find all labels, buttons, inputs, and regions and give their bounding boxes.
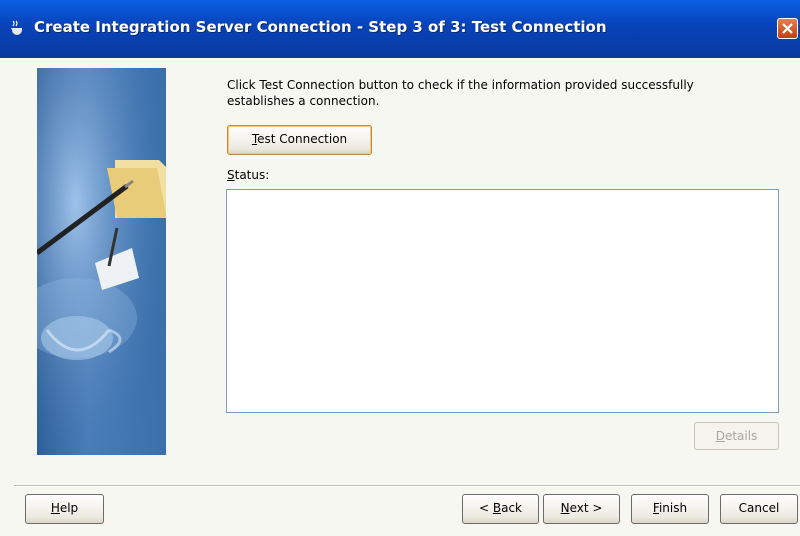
instruction-text: Click Test Connection button to check if…: [227, 78, 694, 108]
wizard-illustration: [37, 68, 166, 455]
back-prefix: <: [478, 501, 493, 515]
window-title: Create Integration Server Connection - S…: [34, 18, 607, 36]
help-mnemonic: H: [50, 501, 60, 515]
details-mnemonic: D: [715, 429, 725, 443]
cancel-button[interactable]: Cancel: [720, 494, 798, 524]
cancel-label: Cancel: [738, 501, 780, 515]
finish-label: inish: [658, 501, 688, 515]
close-button[interactable]: [777, 18, 798, 39]
details-button[interactable]: Details: [694, 422, 779, 450]
status-textarea[interactable]: [226, 189, 779, 413]
next-button[interactable]: Next >: [543, 494, 620, 524]
details-label: etails: [724, 429, 758, 443]
finish-button[interactable]: Finish: [631, 494, 709, 524]
title-bar[interactable]: Create Integration Server Connection - S…: [0, 0, 800, 58]
back-label: ack: [501, 501, 522, 515]
test-connection-button[interactable]: Test Connection: [227, 125, 372, 155]
app-cup-icon: [11, 20, 22, 35]
close-icon: [782, 23, 793, 34]
next-label: ext >: [569, 501, 603, 515]
back-button[interactable]: < Back: [462, 494, 539, 524]
next-mnemonic: N: [560, 501, 570, 515]
status-label-mnemonic: S: [227, 168, 235, 182]
test-connection-label: est Connection: [257, 132, 348, 146]
help-button[interactable]: Help: [25, 494, 104, 524]
wizard-illustration-art: [37, 68, 166, 455]
back-mnemonic: B: [492, 501, 502, 515]
status-label: Status:: [227, 168, 269, 182]
help-label: elp: [59, 501, 79, 515]
footer-separator: [14, 485, 800, 487]
status-label-text: tatus:: [234, 168, 270, 182]
